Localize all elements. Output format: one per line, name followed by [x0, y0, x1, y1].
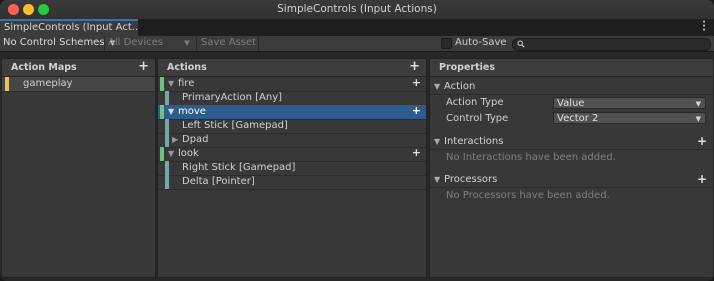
action-type-value: Value [557, 98, 585, 109]
actions-header: Actions + [158, 59, 426, 77]
action-label: look [178, 148, 199, 159]
save-asset-button[interactable]: Save Asset [201, 36, 256, 51]
binding-label: Left Stick [Gamepad] [182, 120, 288, 131]
binding-label: Right Stick [Gamepad] [182, 162, 296, 173]
control-type-label: Control Type [446, 113, 509, 124]
control-scheme-dropdown[interactable]: No Control Schemes ▼ [3, 36, 115, 51]
devices-dropdown[interactable]: All Devices ▼ [108, 36, 190, 51]
binding-row[interactable]: Right Stick [Gamepad] [158, 161, 426, 176]
expand-triangle-icon[interactable]: ▼ [168, 77, 174, 91]
binding-color-marker [165, 119, 169, 133]
action-row-fire[interactable]: ▼ fire + [158, 77, 426, 92]
add-action-icon[interactable]: + [409, 60, 420, 73]
actions-title: Actions [167, 62, 207, 73]
control-type-value: Vector 2 [557, 113, 599, 124]
processors-section-header[interactable]: ▼ Processors + [430, 172, 713, 188]
interactions-section-header[interactable]: ▼ Interactions + [430, 134, 713, 150]
binding-row[interactable]: Left Stick [Gamepad] [158, 119, 426, 134]
action-maps-title: Action Maps [11, 62, 77, 73]
auto-save-checkbox[interactable] [441, 38, 452, 49]
add-binding-icon[interactable]: + [412, 147, 421, 158]
binding-color-marker [165, 91, 169, 105]
devices-label: All Devices [108, 37, 163, 48]
add-interaction-icon[interactable]: + [697, 135, 707, 147]
title-bar: SimpleControls (Input Actions) [0, 0, 714, 20]
action-label: move [178, 106, 206, 117]
interactions-empty-text: No Interactions have been added. [446, 152, 616, 163]
control-scheme-label: No Control Schemes [3, 37, 105, 48]
add-binding-icon[interactable]: + [412, 105, 421, 116]
input-actions-window: SimpleControls (Input Actions) SimpleCon… [0, 0, 714, 281]
action-row-look[interactable]: ▼ look + [158, 147, 426, 162]
binding-color-marker [165, 161, 169, 175]
action-maps-panel: Action Maps + gameplay [1, 58, 156, 278]
processors-empty-text: No Processors have been added. [446, 190, 610, 201]
properties-panel: Properties ▼ Action Action Type Value ▼ … [429, 58, 714, 278]
action-type-label: Action Type [446, 97, 504, 108]
action-map-item[interactable]: gameplay [2, 77, 155, 92]
properties-title: Properties [439, 62, 495, 73]
tab-simplecontrols[interactable]: SimpleControls (Input Act... [0, 19, 138, 36]
binding-row[interactable]: Delta [Pointer] [158, 175, 426, 190]
binding-color-marker [165, 133, 169, 147]
action-map-color-marker [5, 77, 9, 91]
toolbar-divider [104, 36, 105, 51]
composite-row[interactable]: ▶ Dpad [158, 133, 426, 148]
expand-triangle-icon: ▼ [434, 137, 441, 146]
toolbar: No Control Schemes ▼ All Devices ▼ Save … [0, 36, 714, 52]
add-processor-icon[interactable]: + [697, 173, 707, 185]
action-row-move[interactable]: ▼ move + [158, 105, 426, 120]
composite-label: Dpad [182, 134, 209, 145]
binding-row[interactable]: PrimaryAction [Any] [158, 91, 426, 106]
action-color-marker [160, 105, 164, 119]
action-map-label: gameplay [23, 78, 73, 89]
interactions-section-title: Interactions [444, 136, 504, 147]
action-color-marker [160, 147, 164, 161]
auto-save-label: Auto-Save [455, 37, 507, 48]
control-type-dropdown[interactable]: Vector 2 ▼ [553, 112, 706, 124]
action-type-dropdown[interactable]: Value ▼ [553, 97, 706, 109]
processors-section-title: Processors [444, 174, 498, 185]
action-section-header[interactable]: ▼ Action [430, 79, 713, 95]
window-title: SimpleControls (Input Actions) [277, 3, 437, 15]
actions-panel: Actions + ▼ fire + PrimaryAction [Any] ▼… [157, 58, 427, 278]
collapsed-triangle-icon[interactable]: ▶ [172, 133, 178, 147]
expand-triangle-icon: ▼ [434, 175, 441, 184]
toolbar-divider [258, 36, 259, 51]
add-action-map-icon[interactable]: + [138, 60, 149, 73]
chevron-down-icon: ▼ [695, 100, 701, 108]
toolbar-divider [196, 36, 197, 51]
binding-label: Delta [Pointer] [182, 176, 255, 187]
binding-color-marker [165, 175, 169, 189]
expand-triangle-icon[interactable]: ▼ [168, 105, 174, 119]
search-input[interactable] [512, 38, 711, 51]
search-icon [517, 40, 525, 48]
action-color-marker [160, 77, 164, 91]
action-maps-header: Action Maps + [2, 59, 155, 77]
action-label: fire [178, 78, 195, 89]
chevron-down-icon: ▼ [184, 39, 190, 47]
action-section-title: Action [444, 81, 476, 92]
properties-header: Properties [430, 59, 713, 77]
more-options-icon[interactable]: · · · [702, 18, 706, 36]
expand-triangle-icon: ▼ [434, 82, 441, 91]
expand-triangle-icon[interactable]: ▼ [168, 147, 174, 161]
chevron-down-icon: ▼ [695, 115, 701, 123]
binding-label: PrimaryAction [Any] [182, 92, 283, 103]
tab-bar: SimpleControls (Input Act... · · · [0, 18, 714, 37]
add-binding-icon[interactable]: + [412, 77, 421, 88]
